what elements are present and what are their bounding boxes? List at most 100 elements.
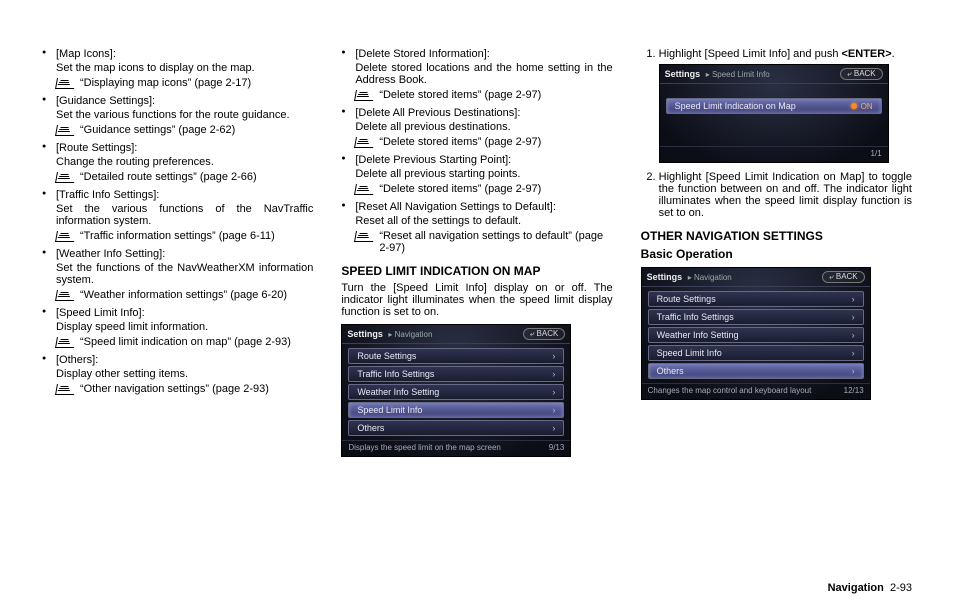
chevron-right-icon: ›	[552, 387, 555, 397]
nav-footer-text: Changes the map control and keyboard lay…	[648, 386, 812, 395]
chevron-right-icon: ›	[852, 312, 855, 322]
item-title: [Route Settings]:	[56, 142, 313, 154]
cross-reference: “Displaying map icons” (page 2-17)	[56, 77, 313, 89]
item-title: [Weather Info Setting]:	[56, 248, 313, 260]
item-title: [Guidance Settings]:	[56, 95, 313, 107]
nav-row[interactable]: Route Settings ›	[348, 348, 564, 364]
nav-header: Settings ▸ Navigation ⤶ BACK	[342, 325, 570, 344]
nav-row-label: Route Settings	[657, 294, 716, 304]
cross-reference: “Delete stored items” (page 2-97)	[355, 136, 612, 148]
cross-reference: “Reset all navigation settings to defaul…	[355, 230, 612, 254]
nav-row[interactable]: Speed Limit Info›	[348, 402, 564, 418]
nav-screenshot-3: Settings ▸ Navigation ⤶ BACK Route Setti…	[641, 267, 871, 400]
on-indicator: ON	[851, 102, 873, 111]
nav-row-label: Route Settings	[357, 351, 416, 361]
item-desc: Delete all previous destinations.	[355, 121, 612, 133]
nav-row-speed-limit-indication[interactable]: Speed Limit Indication on Map ON	[666, 98, 882, 114]
item-desc: Set the map icons to display on the map.	[56, 62, 313, 74]
nav-back-button[interactable]: ⤶ BACK	[822, 271, 865, 283]
section-heading-speed-limit: SPEED LIMIT INDICATION ON MAP	[341, 264, 612, 278]
bullet-item: [Delete All Previous Destinations]:Delet…	[341, 107, 612, 148]
nav-counter: 1/1	[871, 149, 882, 158]
chevron-right-icon: ›	[552, 351, 555, 361]
item-title: [Delete Stored Information]:	[355, 48, 612, 60]
step-2: Highlight [Speed Limit Indication on Map…	[659, 171, 912, 219]
nav-row[interactable]: Others›	[348, 420, 564, 436]
nav-footer-text: Displays the speed limit on the map scre…	[348, 443, 501, 452]
step-1: Highlight [Speed Limit Info] and push <E…	[659, 48, 912, 163]
bullet-item: [Reset All Navigation Settings to Defaul…	[341, 201, 612, 254]
nav-row-label: Others	[657, 366, 684, 376]
nav-body: Route Settings›Traffic Info Settings›Wea…	[642, 287, 870, 383]
nav-row[interactable]: Others ›	[648, 363, 864, 379]
cross-reference: “Delete stored items” (page 2-97)	[355, 89, 612, 101]
column-2: [Delete Stored Information]: Delete store…	[341, 48, 612, 578]
item-desc: Change the routing preferences.	[56, 156, 313, 168]
nav-footer: Displays the speed limit on the map scre…	[342, 440, 570, 456]
nav-footer: Changes the map control and keyboard lay…	[642, 383, 870, 399]
chevron-right-icon: ›	[852, 330, 855, 340]
nav-row-label: Traffic Info Settings	[657, 312, 734, 322]
item-desc: Display speed limit information.	[56, 321, 313, 333]
nav-screenshot-2: Settings ▸ Speed Limit Info ⤶ BACK Speed…	[659, 64, 889, 163]
nav-back-button[interactable]: ⤶ BACK	[840, 68, 883, 80]
bullet-item: [Weather Info Setting]: Set the functions…	[42, 248, 313, 301]
item-desc: Set the various functions for the route …	[56, 109, 313, 121]
nav-header: Settings ▸ Speed Limit Info ⤶ BACK	[660, 65, 888, 84]
section-paragraph: Turn the [Speed Limit Info] display on o…	[341, 282, 612, 318]
nav-row-label: Traffic Info Settings	[357, 369, 434, 379]
item-desc: Set the functions of the NavWeatherXM in…	[56, 262, 313, 286]
nav-back-button[interactable]: ⤶ BACK	[523, 328, 566, 340]
bullet-item: [Delete Previous Starting Point]:Delete …	[341, 154, 612, 195]
item-title: [Map Icons]:	[56, 48, 313, 60]
cross-reference: “Speed limit indication on map” (page 2-…	[56, 336, 313, 348]
nav-row-label: Speed Limit Info	[357, 405, 422, 415]
nav-row-label: Others	[357, 423, 384, 433]
nav-breadcrumb: ▸ Speed Limit Info	[706, 70, 770, 79]
cross-reference: “Traffic information settings” (page 6-1…	[56, 230, 313, 242]
manual-page: [Map Icons]: Set the map icons to display…	[0, 0, 954, 608]
nav-row[interactable]: Route Settings ›	[648, 291, 864, 307]
bullet-list-2: [Delete Stored Information]: Delete store…	[341, 48, 612, 254]
nav-breadcrumb: ▸ Navigation	[388, 330, 432, 339]
chevron-right-icon: ›	[852, 366, 855, 376]
bullet-item: [Traffic Info Settings]:Set the various …	[42, 189, 313, 242]
column-1: [Map Icons]: Set the map icons to display…	[42, 48, 313, 578]
nav-row-label: Weather Info Setting	[357, 387, 439, 397]
nav-title: Settings	[647, 272, 683, 282]
item-title: [Speed Limit Info]:	[56, 307, 313, 319]
cross-reference: “Guidance settings” (page 2-62)	[56, 124, 313, 136]
nav-row[interactable]: Weather Info Setting ›	[348, 384, 564, 400]
chevron-right-icon: ›	[852, 294, 855, 304]
nav-row-label: Speed Limit Info	[657, 348, 722, 358]
page-number: Navigation 2-93	[828, 582, 912, 594]
nav-row[interactable]: Speed Limit Info ›	[648, 345, 864, 361]
item-title: [Traffic Info Settings]:	[56, 189, 313, 201]
cross-reference: “Delete stored items” (page 2-97)	[355, 183, 612, 195]
item-desc: Display other setting items.	[56, 368, 313, 380]
chevron-right-icon: ›	[552, 369, 555, 379]
nav-body: Speed Limit Indication on Map ON	[660, 84, 888, 146]
bullet-item: [Delete Stored Information]: Delete store…	[341, 48, 612, 101]
bullet-list-1: [Map Icons]: Set the map icons to display…	[42, 48, 313, 395]
item-title: [Others]:	[56, 354, 313, 366]
column-3: Highlight [Speed Limit Info] and push <E…	[641, 48, 912, 578]
sub-heading-basic-op: Basic Operation	[641, 247, 912, 261]
cross-reference: “Weather information settings” (page 6-2…	[56, 289, 313, 301]
cross-reference: “Detailed route settings” (page 2-66)	[56, 171, 313, 183]
nav-row[interactable]: Traffic Info Settings ›	[348, 366, 564, 382]
cross-reference: “Other navigation settings” (page 2-93)	[56, 383, 313, 395]
bullet-item: [Guidance Settings]: Set the various func…	[42, 95, 313, 136]
section-heading-other-nav: OTHER NAVIGATION SETTINGS	[641, 229, 912, 243]
nav-header: Settings ▸ Navigation ⤶ BACK	[642, 268, 870, 287]
nav-row[interactable]: Weather Info Setting›	[648, 327, 864, 343]
item-desc: Delete all previous starting points.	[355, 168, 612, 180]
item-desc: Delete stored locations and the home set…	[355, 62, 612, 86]
nav-body: Route Settings›Traffic Info Settings›Wea…	[342, 344, 570, 440]
item-desc: Reset all of the settings to default.	[355, 215, 612, 227]
chevron-right-icon: ›	[852, 348, 855, 358]
nav-counter: 9/13	[549, 443, 565, 452]
nav-row[interactable]: Traffic Info Settings ›	[648, 309, 864, 325]
bullet-item: [Speed Limit Info]: Display speed limit i…	[42, 307, 313, 348]
bullet-item: [Route Settings]: Change the routing pref…	[42, 142, 313, 183]
